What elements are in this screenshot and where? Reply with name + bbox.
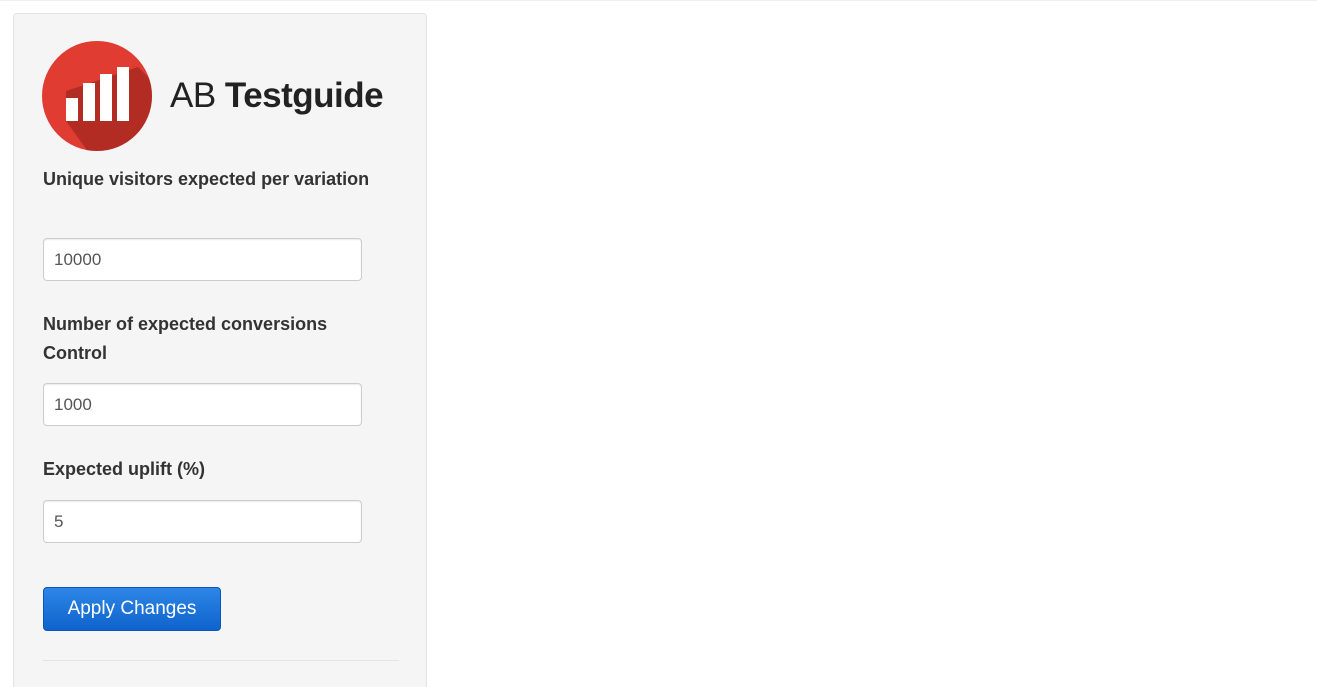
brand[interactable]: AB Testguide xyxy=(42,41,384,151)
uplift-input[interactable] xyxy=(43,500,362,543)
brand-name: AB Testguide xyxy=(170,76,384,116)
brand-name-light: AB xyxy=(170,76,225,115)
bar-chart-icon xyxy=(42,41,152,151)
uplift-label: Expected uplift (%) xyxy=(43,459,206,479)
page: AB Testguide Unique visitors expected pe… xyxy=(0,0,1317,687)
settings-panel: AB Testguide Unique visitors expected pe… xyxy=(13,13,427,687)
conversions-input[interactable] xyxy=(43,383,362,426)
brand-name-bold: Testguide xyxy=(224,76,384,115)
visitors-input[interactable] xyxy=(43,238,362,281)
conversions-label: Number of expected conversions Control xyxy=(43,314,328,363)
visitors-label: Unique visitors expected per variation xyxy=(43,169,370,189)
divider xyxy=(43,660,399,661)
apply-changes-button[interactable]: Apply Changes xyxy=(43,587,221,631)
